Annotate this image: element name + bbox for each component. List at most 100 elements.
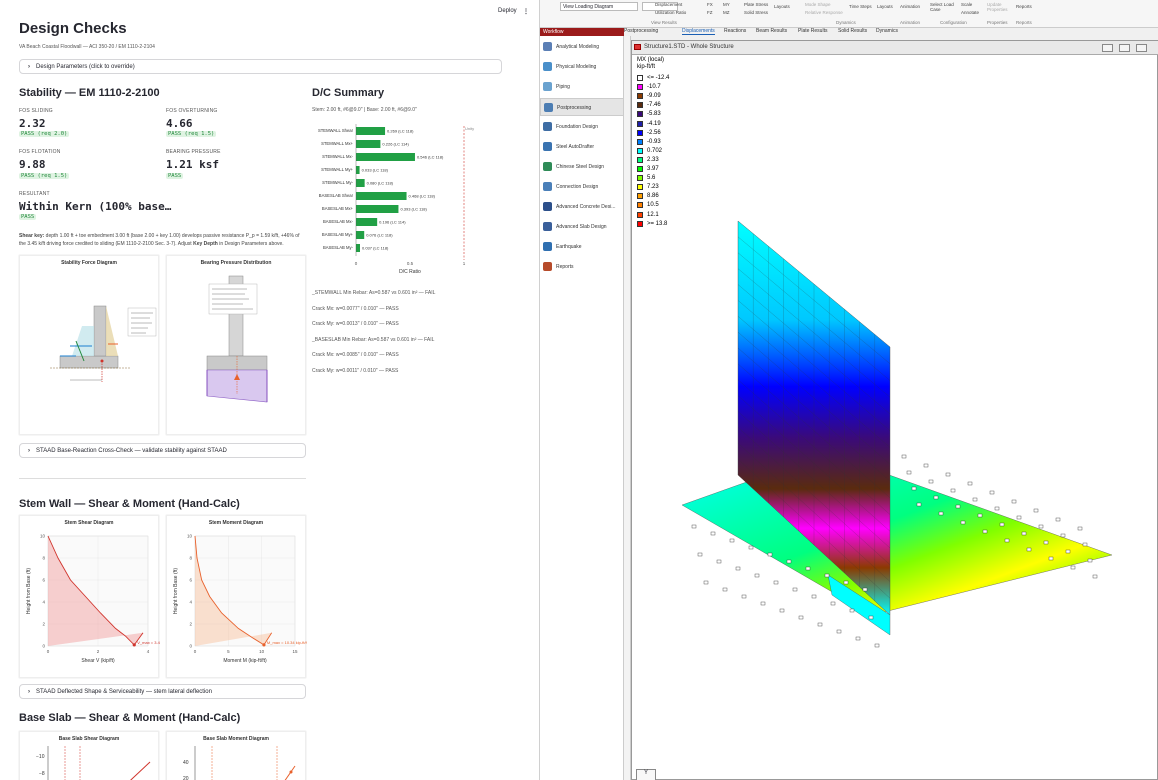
workflow-item-label: Advanced Slab Design: [556, 224, 607, 230]
fz-toggle[interactable]: FZ: [707, 10, 713, 15]
y-axis-label: Height from Base (ft): [26, 568, 32, 614]
support-symbol: [972, 497, 978, 502]
layouts2-button[interactable]: Layouts: [877, 4, 893, 9]
tab-postprocessing[interactable]: Postprocessing: [624, 28, 658, 34]
workflow-item[interactable]: Chinese Steel Design: [540, 158, 624, 176]
support-symbol: [849, 608, 855, 613]
figure-title: Stability Force Diagram: [61, 260, 117, 266]
fos-flotation-value: 9.88: [19, 158, 46, 171]
workflow-item[interactable]: Reports: [540, 258, 624, 276]
annotate-button[interactable]: Annotate: [961, 10, 979, 15]
support-symbol: [798, 615, 804, 620]
tab-reactions[interactable]: Reactions: [724, 28, 746, 34]
my-toggle[interactable]: MY: [723, 2, 730, 7]
tick-label: 4: [189, 600, 192, 605]
workflow-item-label: Connection Design: [556, 184, 599, 190]
base-slab-heading: Base Slab — Shear & Moment (Hand-Calc): [19, 712, 241, 724]
bearing-pressure-figure: Bearing Pressure Distribution: [166, 255, 306, 435]
fx-toggle[interactable]: FX: [707, 2, 713, 7]
workflow-item-label: Postprocessing: [557, 105, 592, 111]
plate-contour-viewport[interactable]: [632, 55, 1158, 780]
tick-label: 6: [42, 578, 45, 583]
workflow-item[interactable]: Connection Design: [540, 178, 624, 196]
status-badge: PASS: [166, 173, 184, 179]
tab-solid-results[interactable]: Solid Results: [838, 28, 867, 34]
workflow-item-label: Analytical Modeling: [556, 44, 600, 50]
tab-displacements[interactable]: Displacements: [682, 28, 715, 35]
bar-value-label: 0.033 (LC 118): [362, 168, 389, 173]
mz-toggle[interactable]: MZ: [723, 10, 730, 15]
support-symbol: [933, 495, 939, 500]
base-moment-figure: Base Slab Moment Diagram 40 20: [166, 731, 306, 780]
design-parameters-expander[interactable]: › Design Parameters (click to override): [19, 59, 502, 74]
design-checks-app: Design Checks Deploy ⋮ VA Beach Coastal …: [0, 0, 540, 780]
workflow-item[interactable]: Advanced Concrete Desi...: [540, 198, 624, 216]
dc-check-line: Crack My: w=0.0013" / 0.010" — PASS: [312, 321, 399, 327]
ribbon-group-label: Configuration: [940, 20, 967, 25]
main-menu-button[interactable]: ⋮: [523, 8, 529, 15]
axis-triad: Y: [636, 769, 656, 780]
bar-value-label: 0.226 (LC 114): [382, 142, 409, 147]
close-button[interactable]: [1136, 44, 1147, 52]
reports-button[interactable]: Reports: [1016, 4, 1032, 9]
mode-shape-button[interactable]: Mode Shape: [805, 2, 831, 7]
workflow-item-label: Chinese Steel Design: [556, 164, 605, 170]
scale-button[interactable]: Scale: [961, 2, 972, 7]
workflow-item[interactable]: Piping: [540, 78, 624, 96]
restore-button[interactable]: [1119, 44, 1130, 52]
tick-label: 8: [189, 556, 192, 561]
dc-check-line: Crack Mx: w=0.0085" / 0.010" — PASS: [312, 352, 399, 358]
workflow-item[interactable]: Postprocessing: [540, 98, 624, 116]
bar-category-label: BASESLAB Mx-: [323, 219, 354, 224]
minimize-button[interactable]: [1102, 44, 1113, 52]
workflow-item-label: Foundation Design: [556, 124, 598, 130]
support-symbol: [950, 488, 956, 493]
fos-sliding-value: 2.32: [19, 117, 46, 130]
ribbon-toolbar: View Loading Diagram Displacement Utiliz…: [540, 0, 1158, 28]
support-symbol: [911, 486, 917, 491]
support-symbol: [862, 587, 868, 592]
tick-label: 15: [292, 649, 298, 654]
deploy-button[interactable]: Deploy: [498, 8, 517, 14]
workflow-item[interactable]: Earthquake: [540, 238, 624, 256]
plate-stress-button[interactable]: Plate Stress: [744, 2, 768, 7]
support-symbol: [1043, 540, 1049, 545]
note-text: in Design Parameters above.: [217, 241, 284, 247]
dc-bar: [356, 218, 378, 226]
layouts-button[interactable]: Layouts: [774, 4, 790, 9]
tick-label: 20: [183, 776, 189, 780]
resultant-value: Within Kern (100% base…: [19, 200, 172, 213]
bar-category-label: BASESLAB My+: [322, 232, 354, 237]
max-point: [132, 643, 136, 647]
staad-crosscheck-expander[interactable]: › STAAD Base-Reaction Cross-Check — valid…: [19, 443, 306, 458]
shear-key-bold: Shear key:: [19, 233, 45, 239]
workflow-item-label: Piping: [556, 84, 570, 90]
ribbon-group-label: Reports: [1016, 20, 1032, 25]
dc-bar: [356, 205, 399, 213]
support-symbol: [779, 608, 785, 613]
tab-dynamics[interactable]: Dynamics: [876, 28, 898, 34]
deflected-shape-expander[interactable]: › STAAD Deflected Shape & Serviceability …: [19, 684, 306, 699]
workflow-item[interactable]: Analytical Modeling: [540, 38, 624, 56]
support-symbol: [916, 502, 922, 507]
max-annotation: V_max = 3.45 kip/ft: [137, 640, 160, 645]
relative-response-button[interactable]: Relative Response: [805, 10, 843, 15]
structure-view-window: Structure1.STD - Whole Structure MX (loc…: [631, 40, 1158, 780]
update-properties-button[interactable]: Update Properties: [987, 2, 1013, 12]
time-steps-button[interactable]: Time Steps: [849, 4, 872, 9]
select-load-case-button[interactable]: Select Load Case: [930, 2, 956, 12]
solid-stress-button[interactable]: Solid Stress: [744, 10, 768, 15]
workflow-item[interactable]: Physical Modeling: [540, 58, 624, 76]
displacement-button[interactable]: Displacement: [655, 2, 682, 7]
tick-label: 0: [194, 649, 197, 654]
animation-button[interactable]: Animation: [900, 4, 920, 9]
tab-plate-results[interactable]: Plate Results: [798, 28, 827, 34]
workflow-item[interactable]: Foundation Design: [540, 118, 624, 136]
workflow-item[interactable]: Advanced Slab Design: [540, 218, 624, 236]
view-loading-diagram-button[interactable]: View Loading Diagram: [560, 2, 638, 11]
bar-category-label: STEMWALL My+: [321, 167, 353, 172]
tab-beam-results[interactable]: Beam Results: [756, 28, 787, 34]
utilization-button[interactable]: Utilization Ratio: [655, 10, 686, 15]
tick-label: 5: [227, 649, 230, 654]
workflow-item[interactable]: Steel AutoDrafter: [540, 138, 624, 156]
